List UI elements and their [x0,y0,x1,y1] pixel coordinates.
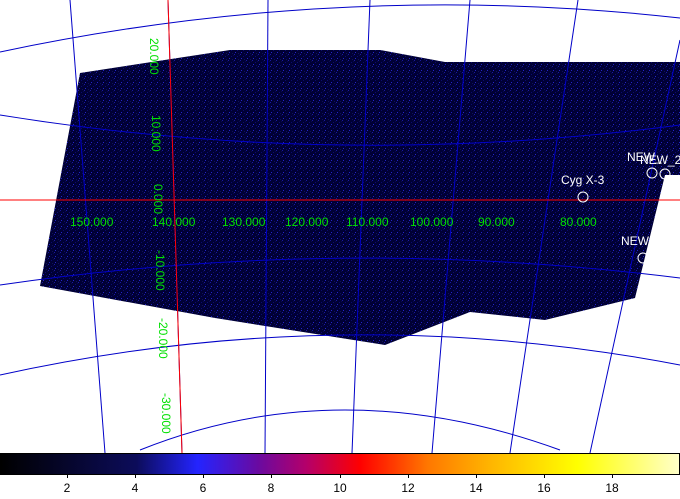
longitude-label: 130.000 [222,215,266,229]
latitude-label: 0.000 [151,184,165,214]
latitude-label: -30.000 [159,393,173,434]
longitude-label: 90.000 [478,215,515,229]
longitude-label: 140.000 [152,215,196,229]
latitude-label: 10.000 [149,115,163,152]
source-label-cyg-x3: Cyg X-3 [561,173,605,187]
colorbar-tick-mark [203,474,204,478]
longitude-label: 100.000 [410,215,454,229]
colorbar-gradient [0,453,680,475]
colorbar-tick-mark [476,474,477,478]
colorbar-tick-mark [135,474,136,478]
colorbar-tick-mark [271,474,272,478]
latitude-label: -10.000 [153,250,167,291]
longitude-label: 120.000 [285,215,329,229]
colorbar-tick-label: 12 [401,481,415,495]
colorbar-tick-label: 4 [131,481,139,495]
colorbar-tick-label: 2 [63,481,71,495]
colorbar-tick-mark [408,474,409,478]
colorbar-tick-label: 6 [199,481,207,495]
source-label-new-3: NEW [621,234,650,248]
longitude-label: 150.000 [70,215,114,229]
colorbar-tick-mark [340,474,341,478]
source-label-new-2: NEW_2 [640,153,680,167]
colorbar-tick-mark [544,474,545,478]
colorbar-tick-label: 16 [537,481,551,495]
longitude-label: 80.000 [560,215,597,229]
colorbar-tick-label: 18 [605,481,619,495]
exposure-mosaic [40,50,680,345]
colorbar: 2 4 6 8 10 12 14 16 18 [0,453,680,499]
colorbar-tick-label: 10 [333,481,347,495]
latitude-label: 20.000 [147,38,161,75]
longitude-label: 110.000 [346,215,389,229]
colorbar-tick-label: 14 [469,481,483,495]
latitude-label: -20.000 [156,318,170,359]
colorbar-tick-mark [67,474,68,478]
colorbar-tick-mark [612,474,613,478]
colorbar-tick-label: 8 [267,481,275,495]
sky-map-image[interactable]: 150.000 140.000 130.000 120.000 110.000 100.0… [0,0,680,453]
